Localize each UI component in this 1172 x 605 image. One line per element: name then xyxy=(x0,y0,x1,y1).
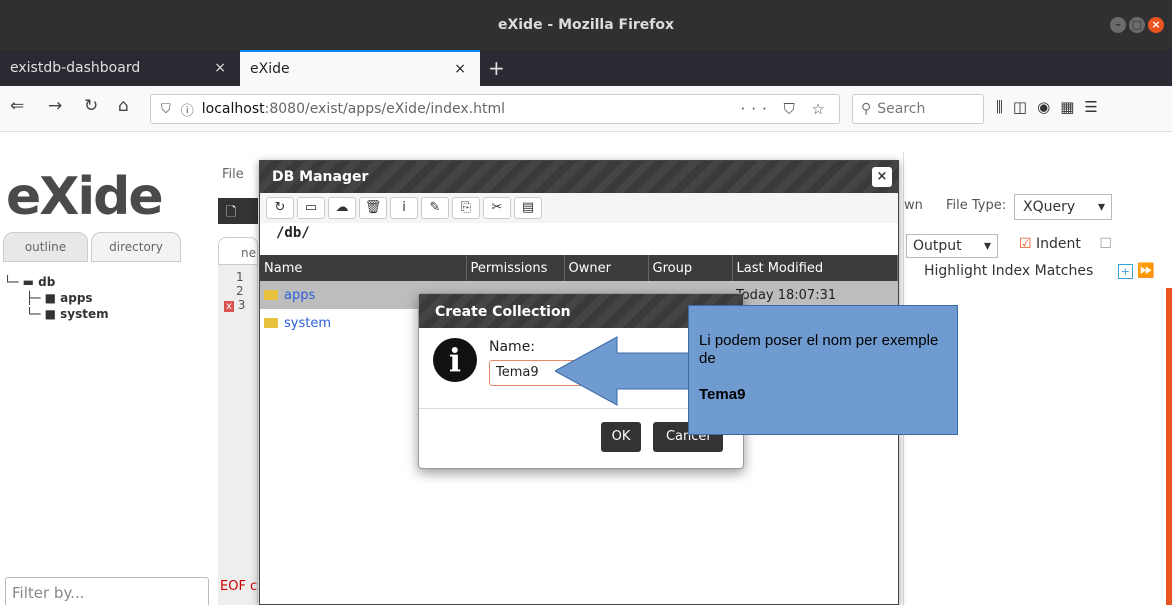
callout-arrow xyxy=(555,336,695,406)
info-icon[interactable]: i xyxy=(390,197,418,219)
sidebar-icon[interactable]: ◫ xyxy=(1013,98,1037,116)
tree-item-system[interactable]: └─ ■ system xyxy=(4,306,109,322)
tab-existdb-dashboard[interactable]: existdb-dashboard × xyxy=(0,50,240,86)
fast-forward-icon[interactable]: ⏩ xyxy=(1137,263,1154,279)
folder-icon xyxy=(264,318,278,328)
tab-directory[interactable]: directory xyxy=(91,232,181,262)
shield-icon[interactable]: ⛉ xyxy=(161,102,171,117)
ok-button[interactable]: OK xyxy=(601,422,641,452)
chevron-down-icon: ▾ xyxy=(983,238,991,254)
search-icon: ⚲ xyxy=(861,101,872,117)
cut-icon[interactable]: ✂ xyxy=(483,197,511,219)
url-path: :8080/exist/apps/eXide/index.html xyxy=(264,101,506,117)
new-collection-icon[interactable]: ▭ xyxy=(297,197,325,219)
dialog-title: DB Manager xyxy=(272,169,369,185)
db-manager-toolbar: ↻ ▭ ☁ 🗑 i ✎ ⎘ ✂ ▤ xyxy=(260,193,898,223)
checkbox-checked-icon: ☑ xyxy=(1019,236,1032,252)
tree-item-db[interactable]: └─ ▬ db xyxy=(4,274,109,290)
close-tab-icon[interactable]: × xyxy=(454,61,466,77)
filter-input[interactable]: Filter by... xyxy=(5,577,209,605)
column-header[interactable]: Last Modified xyxy=(732,255,898,281)
menu-icon[interactable]: ☰ xyxy=(1084,98,1107,116)
search-input[interactable]: ⚲ Search xyxy=(852,94,984,124)
column-header[interactable]: Group xyxy=(648,255,733,281)
callout-text: Li podem poser el nom per exemple de xyxy=(699,332,939,367)
close-tab-icon[interactable]: × xyxy=(214,60,226,76)
refresh-icon[interactable]: ↻ xyxy=(266,197,294,219)
library-icon[interactable]: ⫼ xyxy=(996,98,1013,116)
column-header[interactable]: Permissions xyxy=(466,255,565,281)
url-bar[interactable]: ⛉ ⓘ localhost :8080/exist/apps/eXide/ind… xyxy=(150,94,840,124)
file-menu[interactable]: File xyxy=(222,167,244,182)
new-file-icon: 🗋 xyxy=(226,205,237,220)
maximize-icon[interactable]: □ xyxy=(1129,17,1145,33)
tab-label: existdb-dashboard xyxy=(10,60,141,76)
reload-icon[interactable]: ↻ xyxy=(84,96,98,116)
column-header[interactable]: Owner xyxy=(564,255,649,281)
callout-bold-text: Tema9 xyxy=(699,386,746,403)
new-tab-button[interactable]: + xyxy=(488,56,505,80)
browser-toolbar: ⫼◫◉▦☰ xyxy=(996,98,1108,116)
column-header[interactable]: Name xyxy=(260,255,467,281)
line-number-error: x 3 xyxy=(224,298,246,312)
scrollbar[interactable] xyxy=(1166,288,1172,605)
copy-icon[interactable]: ⎘ xyxy=(452,197,480,219)
name-label: Name: xyxy=(489,339,536,355)
line-number: 1 xyxy=(236,270,244,284)
extensions-icon[interactable]: ▦ xyxy=(1060,98,1084,116)
tree-item-apps[interactable]: ├─ ■ apps xyxy=(4,290,109,306)
tab-outline[interactable]: outline xyxy=(3,232,88,262)
line-number: 2 xyxy=(236,284,244,298)
output-select[interactable]: Output ▾ xyxy=(906,234,998,258)
expand-icon[interactable]: + xyxy=(1117,264,1133,279)
home-icon[interactable]: ⌂ xyxy=(118,96,129,116)
collection-tree: └─ ▬ db ├─ ■ apps └─ ■ system xyxy=(4,274,109,322)
search-placeholder: Search xyxy=(877,101,926,117)
back-icon[interactable]: ⇐ xyxy=(10,96,24,116)
line-gutter: 1 2 x 3 xyxy=(218,265,258,605)
current-path: /db/ xyxy=(276,225,310,241)
edit-icon[interactable]: ✎ xyxy=(421,197,449,219)
window-controls: – □ × xyxy=(1110,17,1164,33)
paste-icon[interactable]: ▤ xyxy=(514,197,542,219)
account-icon[interactable]: ◉ xyxy=(1037,98,1060,116)
exide-logo: eXide xyxy=(6,167,164,227)
navigation-bar: ⇐ → ↻ ⌂ ⛉ ⓘ localhost :8080/exist/apps/e… xyxy=(0,86,1172,132)
tab-bar: existdb-dashboard × eXide × + xyxy=(0,50,1172,86)
checkbox-icon[interactable]: ☐ xyxy=(1099,236,1112,252)
error-icon: x xyxy=(224,301,234,312)
minimize-icon[interactable]: – xyxy=(1110,17,1126,33)
dropdown-tail: wn xyxy=(904,198,923,213)
info-icon[interactable]: ⓘ xyxy=(181,100,194,119)
tab-label: eXide xyxy=(250,61,290,77)
info-icon: i xyxy=(433,338,477,382)
highlight-index-matches[interactable]: Highlight Index Matches + ⏩ xyxy=(924,263,1155,279)
file-type-select[interactable]: XQuery ▾ xyxy=(1014,194,1112,220)
chevron-down-icon: ▾ xyxy=(1097,199,1105,215)
url-host: localhost xyxy=(201,101,265,117)
tab-exide[interactable]: eXide × xyxy=(240,50,480,86)
new-button[interactable]: 🗋 N xyxy=(218,198,258,240)
delete-icon[interactable]: 🗑 xyxy=(359,197,387,219)
file-type-label: File Type: xyxy=(946,198,1007,213)
window-titlebar: eXide - Mozilla Firefox – □ × xyxy=(0,0,1172,50)
annotation-callout: Li podem poser el nom per exemple de Tem… xyxy=(688,305,958,435)
error-message: EOF c xyxy=(220,579,258,594)
indent-checkbox[interactable]: ☑ Indent ☐ xyxy=(1019,236,1112,252)
close-window-icon[interactable]: × xyxy=(1148,17,1164,33)
upload-icon[interactable]: ☁ xyxy=(328,197,356,219)
page-actions-icon[interactable]: ··· ⛉ ☆ xyxy=(740,100,831,118)
folder-icon xyxy=(264,290,278,300)
editor-tab[interactable]: ne xyxy=(218,237,258,265)
forward-icon[interactable]: → xyxy=(48,96,62,116)
window-title: eXide - Mozilla Firefox xyxy=(497,17,675,33)
table-header: Name Permissions Owner Group Last Modifi… xyxy=(260,255,898,281)
close-icon[interactable]: × xyxy=(872,167,892,187)
db-manager-titlebar: DB Manager × xyxy=(260,161,898,193)
